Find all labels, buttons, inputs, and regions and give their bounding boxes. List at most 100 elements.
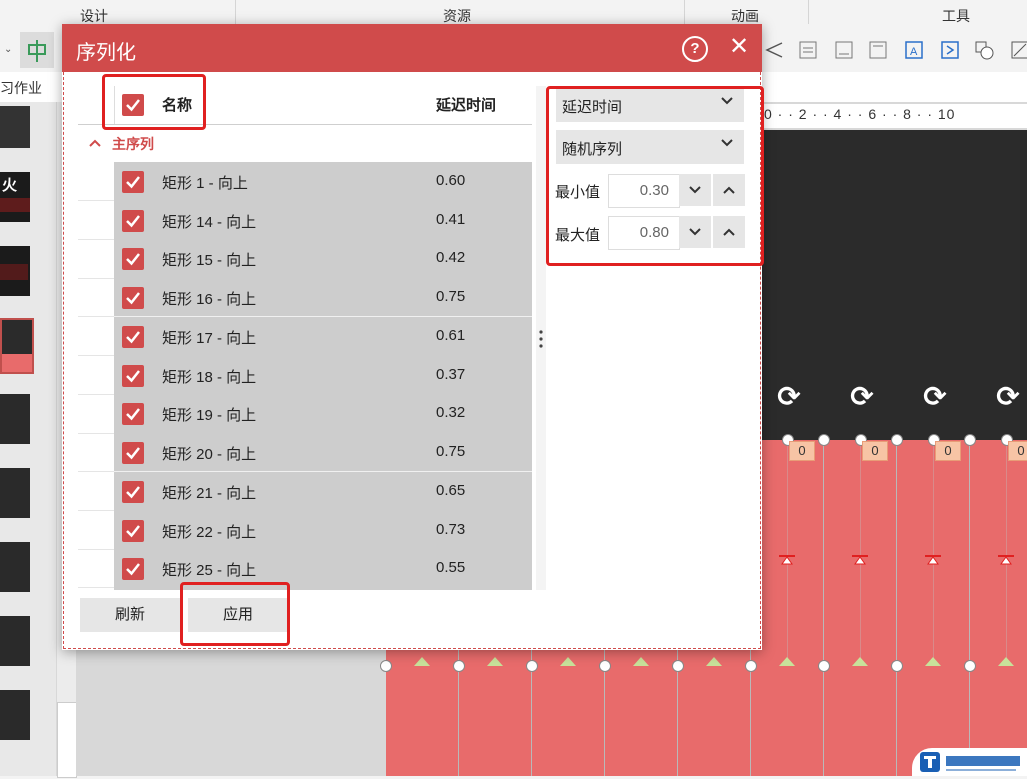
table-row[interactable]: 矩形 20 - 向上 0.75 — [114, 434, 532, 472]
checkbox-checked-icon — [126, 447, 140, 460]
motion-path-start-icon[interactable] — [998, 657, 1014, 666]
selection-handle[interactable] — [818, 434, 830, 446]
apply-button[interactable]: 应用 — [188, 598, 288, 632]
splitter-grip-icon[interactable] — [539, 330, 543, 351]
order-select[interactable]: 随机序列 — [556, 130, 744, 164]
align-bottom-icon[interactable] — [834, 40, 854, 60]
row-checkbox[interactable] — [122, 248, 144, 270]
checkbox-checked-icon — [126, 486, 140, 499]
selection-handle[interactable] — [818, 660, 830, 672]
min-increment-button[interactable] — [713, 174, 745, 206]
align-middle-icon[interactable] — [868, 40, 888, 60]
selection-handle[interactable] — [964, 434, 976, 446]
slide-thumbnail[interactable] — [0, 690, 30, 740]
selection-handle[interactable] — [891, 434, 903, 446]
row-checkbox[interactable] — [122, 171, 144, 193]
table-row[interactable]: 矩形 21 - 向上 0.65 — [114, 473, 532, 511]
select-all-checkbox[interactable] — [122, 94, 144, 116]
selection-handle[interactable] — [672, 660, 684, 672]
row-checkbox[interactable] — [122, 210, 144, 232]
motion-path-start-icon[interactable] — [633, 657, 649, 666]
row-checkbox[interactable] — [122, 403, 144, 425]
motion-path-end-icon[interactable] — [779, 552, 795, 565]
table-row[interactable]: 矩形 25 - 向上 0.55 — [114, 550, 532, 588]
motion-path-end-icon[interactable] — [925, 552, 941, 565]
table-row[interactable]: 矩形 19 - 向上 0.32 — [114, 395, 532, 433]
animation-order-tag: 0 — [862, 441, 888, 461]
slide-thumbnail[interactable] — [0, 616, 30, 666]
text-box-icon[interactable]: A — [904, 40, 924, 60]
motion-path-start-icon[interactable] — [779, 657, 795, 666]
slide-thumbnail[interactable] — [0, 246, 30, 296]
motion-path-start-icon[interactable] — [852, 657, 868, 666]
motion-path-start-icon[interactable] — [560, 657, 576, 666]
table-row[interactable]: 矩形 1 - 向上 0.60 — [114, 163, 532, 201]
selection-handle[interactable] — [964, 660, 976, 672]
selection-handle[interactable] — [891, 660, 903, 672]
row-checkbox[interactable] — [122, 481, 144, 503]
selection-handle[interactable] — [526, 660, 538, 672]
rotate-handle-icon[interactable]: ⟳ — [774, 382, 804, 412]
checkbox-checked-icon — [126, 563, 140, 576]
slide-thumbnail[interactable] — [0, 468, 30, 518]
selection-handle[interactable] — [745, 660, 757, 672]
max-value-input[interactable]: 0.80 — [608, 216, 680, 250]
slide-thumbnail[interactable]: 火 — [0, 172, 30, 222]
slide-thumbnail-selected[interactable] — [0, 318, 34, 374]
selection-handle[interactable] — [453, 660, 465, 672]
close-icon[interactable]: ✕ — [726, 34, 752, 60]
table-row[interactable]: 矩形 18 - 向上 0.37 — [114, 357, 532, 395]
row-checkbox[interactable] — [122, 520, 144, 542]
dropdown-arrow-icon[interactable]: ⌄ — [4, 44, 14, 64]
ruler-scale: 0 · · 2 · · 4 · · 6 · · 8 · · 10 — [764, 106, 956, 122]
min-decrement-button[interactable] — [679, 174, 711, 206]
row-checkbox[interactable] — [122, 558, 144, 580]
table-row[interactable]: 矩形 15 - 向上 0.42 — [114, 240, 532, 278]
document-tab[interactable]: 习作业 — [0, 78, 42, 98]
ribbon-group-animation: 动画 — [731, 8, 759, 24]
group-label-main-sequence[interactable]: 主序列 — [112, 134, 154, 154]
min-value-input[interactable]: 0.30 — [608, 174, 680, 208]
table-row[interactable]: 矩形 14 - 向上 0.41 — [114, 202, 532, 240]
slide-thumbnail[interactable] — [0, 394, 30, 444]
max-increment-button[interactable] — [713, 216, 745, 248]
shape-group-icon[interactable] — [974, 40, 994, 60]
selection-handle[interactable] — [380, 660, 392, 672]
row-delay-value: 0.61 — [436, 327, 466, 344]
row-checkbox[interactable] — [122, 442, 144, 464]
align-center-icon[interactable] — [20, 32, 54, 68]
row-name: 矩形 15 - 向上 — [162, 252, 257, 269]
max-decrement-button[interactable] — [679, 216, 711, 248]
line-tool-icon[interactable] — [1010, 40, 1027, 60]
motion-path-end-icon[interactable] — [998, 552, 1014, 565]
row-checkbox[interactable] — [122, 365, 144, 387]
slide-thumbnail[interactable] — [0, 542, 30, 592]
column-header-name: 名称 — [162, 97, 193, 114]
chevron-up-icon[interactable] — [88, 136, 102, 151]
property-select[interactable]: 延迟时间 — [556, 88, 744, 122]
motion-path-start-icon[interactable] — [487, 657, 503, 666]
motion-path-start-icon[interactable] — [706, 657, 722, 666]
help-icon[interactable]: ? — [682, 36, 708, 62]
table-row[interactable]: 矩形 16 - 向上 0.75 — [114, 279, 532, 317]
refresh-button[interactable]: 刷新 — [80, 598, 180, 632]
align-top-icon[interactable] — [798, 40, 818, 60]
row-checkbox[interactable] — [122, 287, 144, 309]
dialog-title-bar[interactable]: 序列化 ? ✕ — [62, 24, 762, 72]
slide-thumbnail[interactable] — [0, 106, 30, 148]
motion-path-start-icon[interactable] — [925, 657, 941, 666]
row-checkbox[interactable] — [122, 326, 144, 348]
selection-handle[interactable] — [599, 660, 611, 672]
rotate-handle-icon[interactable]: ⟳ — [847, 382, 877, 412]
checkbox-checked-icon — [126, 253, 140, 266]
text-direction-icon[interactable] — [940, 40, 960, 60]
table-row[interactable]: 矩形 22 - 向上 0.73 — [114, 512, 532, 550]
align-left-triangle-icon[interactable] — [764, 40, 784, 60]
motion-path-start-icon[interactable] — [414, 657, 430, 666]
table-row[interactable]: 矩形 17 - 向上 0.61 — [114, 318, 532, 356]
rotate-handle-icon[interactable]: ⟳ — [920, 382, 950, 412]
property-select-value: 延迟时间 — [562, 99, 623, 116]
motion-path-end-icon[interactable] — [852, 552, 868, 565]
rotate-handle-icon[interactable]: ⟳ — [993, 382, 1023, 412]
scrollbar-thumb[interactable] — [57, 702, 77, 778]
